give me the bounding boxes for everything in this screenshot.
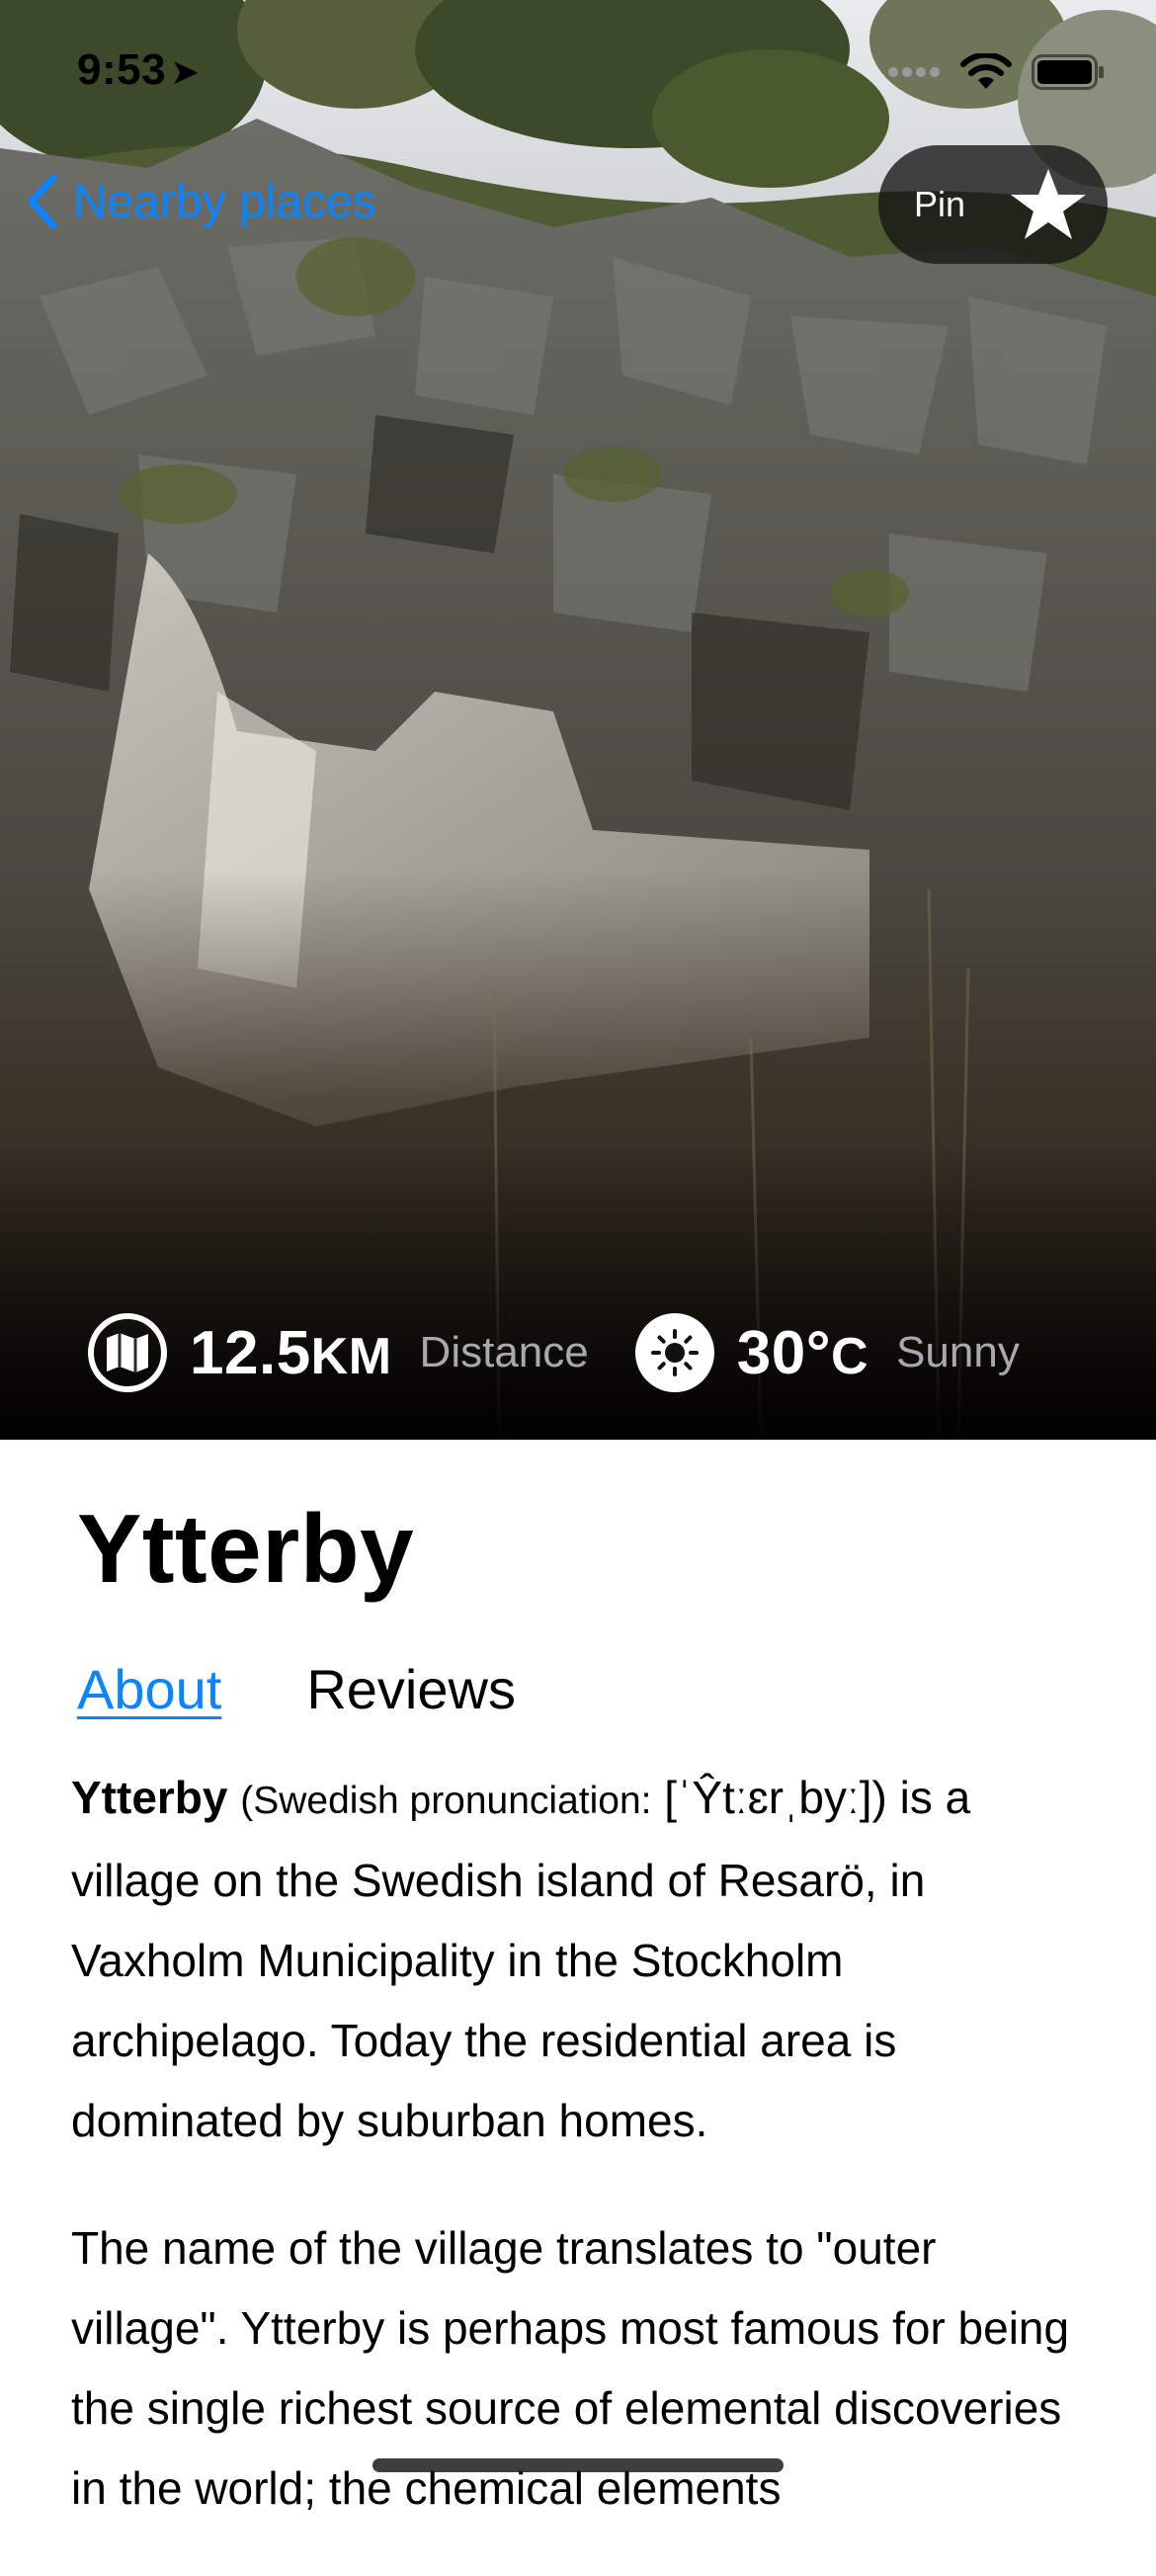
pin-button[interactable]: Pin [878,145,1108,264]
cellular-signal-icon [888,67,940,77]
location-arrow-icon: ➤ [170,51,201,92]
sun-icon [634,1313,714,1392]
temperature-value: 30°C [736,1318,869,1387]
chevron-left-icon [28,174,57,229]
about-article: Ytterby (Swedish pronunciation: [ˈŶtːɛrˌ… [71,1758,1099,2576]
battery-icon [1032,54,1104,90]
tab-bar: About Reviews [77,1657,516,1721]
map-icon [88,1313,167,1392]
page-title: Ytterby [77,1494,415,1603]
status-time: 9:53 ➤ [77,45,201,94]
tab-about[interactable]: About [77,1657,221,1721]
star-icon [1011,169,1086,239]
distance-caption: Distance [419,1328,589,1376]
pronunciation-label: (Swedish pronunciation: [240,1780,652,1822]
back-button-label: Nearby places [73,175,376,228]
back-button[interactable]: Nearby places [26,174,376,229]
pin-button-label: Pin [914,184,966,224]
status-icons [887,53,1105,91]
pronunciation-ipa: [ˈŶtːɛrˌbyː]) [664,1772,887,1823]
article-paragraph: Ytterby (Swedish pronunciation: [ˈŶtːɛrˌ… [71,1758,1099,2161]
article-paragraph: The name of the village translates to "o… [71,2222,1070,2514]
distance-stat: 12.5KM Distance [87,1312,589,1393]
stats-row: 12.5KM Distance 30°C Sunny [87,1310,1020,1395]
place-details: Ytterby About Reviews Ytterby (Swedish p… [0,1440,1156,2514]
hero-photo: 9:53 ➤ Nearby places Pin 12.5KM Distance… [0,0,1156,1440]
article-text: is a village on the Swedish island of Re… [71,1772,971,2146]
weather-stat: 30°C Sunny [634,1312,1020,1393]
distance-value: 12.5KM [190,1318,392,1387]
article-lead-name: Ytterby [71,1772,228,1823]
wifi-icon [960,53,1012,89]
weather-caption: Sunny [896,1328,1020,1376]
tab-reviews[interactable]: Reviews [306,1657,516,1721]
home-indicator[interactable] [372,2458,784,2472]
